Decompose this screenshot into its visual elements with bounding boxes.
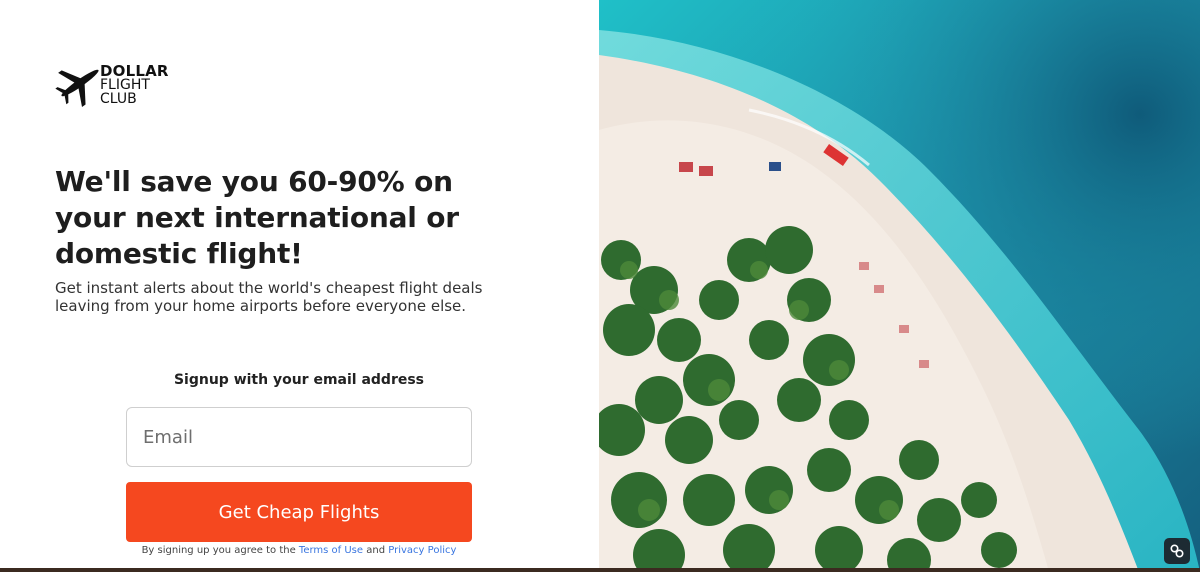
brand-line-2: FLIGHT xyxy=(100,77,150,93)
brand-logo[interactable]: DOLLAR FLIGHT CLUB xyxy=(54,58,174,112)
terms-prefix: By signing up you agree to the xyxy=(141,545,296,556)
airplane-icon xyxy=(54,57,106,114)
terms-of-use-link[interactable]: Terms of Use xyxy=(299,545,363,556)
hero-headline: We'll save you 60-90% on your next inter… xyxy=(55,165,459,270)
signup-panel: DOLLAR FLIGHT CLUB We'll save you 60-90%… xyxy=(0,0,599,572)
email-field[interactable] xyxy=(126,407,472,467)
signup-label: Signup with your email address xyxy=(173,372,425,388)
brand-line-3: CLUB xyxy=(100,91,137,107)
terms-notice: By signing up you agree to the Terms of … xyxy=(126,545,472,556)
bottom-border xyxy=(0,568,1200,572)
beach-aerial-image xyxy=(599,0,1200,572)
privacy-policy-link[interactable]: Privacy Policy xyxy=(388,545,456,556)
get-cheap-flights-button[interactable]: Get Cheap Flights xyxy=(126,482,472,542)
brand-line-1: DOLLAR xyxy=(100,62,169,80)
link-icon[interactable] xyxy=(1164,538,1190,564)
brand-name: DOLLAR FLIGHT CLUB xyxy=(100,62,169,107)
terms-and: and xyxy=(366,545,386,556)
hero-subtext: Get instant alerts about the world's che… xyxy=(55,279,483,315)
